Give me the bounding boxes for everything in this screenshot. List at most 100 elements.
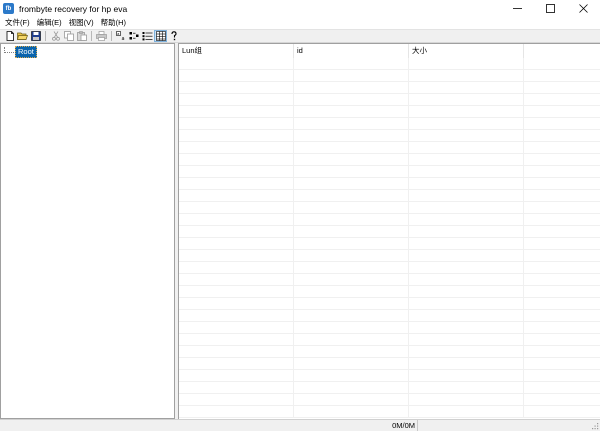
toolbar-separator	[45, 31, 46, 41]
table-cell	[524, 94, 600, 106]
save-button[interactable]	[29, 30, 42, 42]
table-cell	[409, 238, 524, 250]
table-cell	[409, 94, 524, 106]
large-icons-view-button[interactable]: aa	[115, 30, 128, 42]
copy-button[interactable]	[62, 30, 75, 42]
title-bar[interactable]: fb frombyte recovery for hp eva	[0, 0, 600, 17]
table-row	[179, 346, 600, 358]
new-file-button[interactable]	[3, 30, 16, 42]
table-row	[179, 226, 600, 238]
table-cell	[179, 202, 294, 214]
minimize-icon	[513, 8, 522, 9]
table-cell	[294, 154, 409, 166]
table-cell	[294, 250, 409, 262]
table-cell	[179, 322, 294, 334]
details-view-icon	[155, 31, 166, 41]
table-cell	[524, 214, 600, 226]
resize-grip-icon[interactable]	[591, 422, 599, 430]
table-row	[179, 82, 600, 94]
table-cell	[409, 202, 524, 214]
table-cell	[524, 334, 600, 346]
table-cell	[294, 82, 409, 94]
table-cell	[179, 130, 294, 142]
list-view[interactable]: Lun组 id 大小	[178, 43, 600, 419]
paste-button[interactable]	[75, 30, 88, 42]
table-row	[179, 58, 600, 70]
table-cell	[409, 262, 524, 274]
table-row	[179, 190, 600, 202]
status-bar: 0M/0M	[0, 419, 600, 431]
column-header-size[interactable]: 大小	[409, 44, 524, 58]
table-cell	[179, 94, 294, 106]
open-folder-icon	[17, 32, 28, 40]
table-cell	[409, 286, 524, 298]
table-cell	[179, 382, 294, 394]
table-cell	[409, 142, 524, 154]
close-icon	[579, 4, 588, 13]
column-header-lun-group[interactable]: Lun组	[179, 44, 294, 58]
maximize-button[interactable]	[534, 0, 567, 17]
table-cell	[409, 394, 524, 406]
table-cell	[179, 226, 294, 238]
details-view-button[interactable]	[154, 30, 167, 42]
table-cell	[524, 238, 600, 250]
window-controls	[501, 0, 600, 17]
table-row	[179, 394, 600, 406]
table-cell	[179, 190, 294, 202]
table-cell	[179, 406, 294, 418]
table-cell	[409, 106, 524, 118]
window-title: frombyte recovery for hp eva	[19, 3, 128, 14]
table-cell	[524, 322, 600, 334]
table-cell	[294, 166, 409, 178]
table-row	[179, 154, 600, 166]
table-cell	[294, 106, 409, 118]
close-button[interactable]	[567, 0, 600, 17]
table-cell	[179, 238, 294, 250]
minimize-button[interactable]	[501, 0, 534, 17]
menu-edit[interactable]: 编辑(E)	[34, 17, 65, 29]
copy-icon	[63, 31, 74, 41]
table-cell	[409, 274, 524, 286]
print-button[interactable]	[95, 30, 108, 42]
tree-node-root[interactable]: Root	[4, 46, 37, 58]
table-cell	[294, 58, 409, 70]
table-row	[179, 202, 600, 214]
menu-file[interactable]: 文件(F)	[2, 17, 33, 29]
table-cell	[294, 382, 409, 394]
table-cell	[524, 250, 600, 262]
menu-help[interactable]: 帮助(H)	[98, 17, 129, 29]
table-cell	[524, 262, 600, 274]
list-grid	[179, 58, 600, 419]
column-header-id[interactable]: id	[294, 44, 409, 58]
table-cell	[524, 298, 600, 310]
tree-connector	[4, 47, 14, 53]
table-cell	[524, 58, 600, 70]
table-row	[179, 118, 600, 130]
table-cell	[294, 190, 409, 202]
cut-button[interactable]	[49, 30, 62, 42]
app-icon: fb	[3, 3, 14, 14]
table-row	[179, 250, 600, 262]
table-cell	[524, 106, 600, 118]
list-view-icon	[142, 32, 153, 41]
small-icons-view-button[interactable]	[128, 30, 141, 42]
table-cell	[294, 286, 409, 298]
status-progress-text: 0M/0M	[0, 420, 418, 431]
table-row	[179, 406, 600, 418]
list-view-button[interactable]	[141, 30, 154, 42]
table-row	[179, 358, 600, 370]
open-folder-button[interactable]	[16, 30, 29, 42]
table-cell	[409, 370, 524, 382]
menu-view[interactable]: 视图(V)	[66, 17, 97, 29]
table-cell	[409, 82, 524, 94]
table-cell	[524, 178, 600, 190]
tree-view[interactable]: Root	[0, 43, 175, 419]
table-cell	[179, 298, 294, 310]
table-cell	[524, 154, 600, 166]
tree-node-label[interactable]: Root	[15, 46, 37, 58]
table-row	[179, 262, 600, 274]
table-cell	[524, 166, 600, 178]
print-icon	[96, 31, 107, 41]
help-button[interactable]	[167, 30, 180, 42]
table-row	[179, 178, 600, 190]
